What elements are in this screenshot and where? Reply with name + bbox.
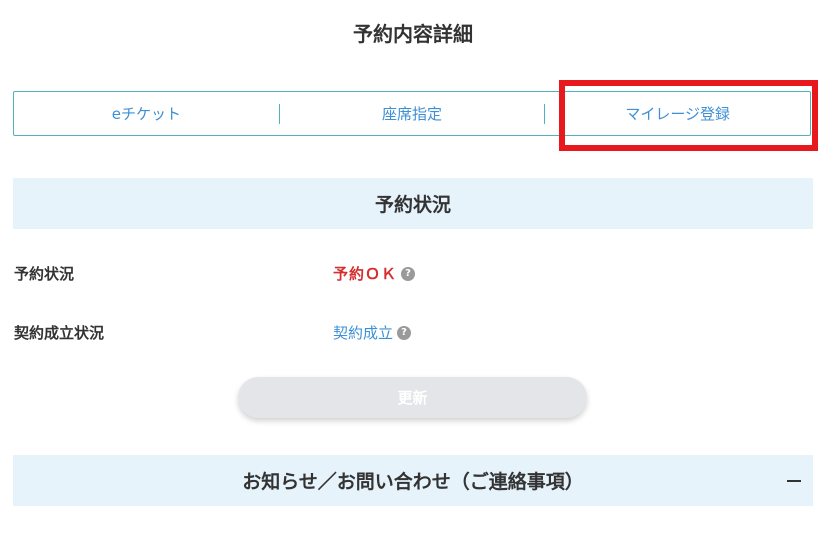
notice-inquiry-title: お知らせ／お問い合わせ（ご連絡事項） bbox=[242, 471, 584, 493]
notice-inquiry-header[interactable]: お知らせ／お問い合わせ（ご連絡事項） bbox=[13, 455, 813, 506]
reservation-status-text: 予約ＯＫ bbox=[333, 265, 398, 283]
help-icon[interactable]: ? bbox=[397, 325, 412, 340]
minus-icon[interactable] bbox=[787, 479, 801, 482]
tab-mileage-registration[interactable]: マイレージ登録 bbox=[545, 92, 810, 135]
help-icon[interactable]: ? bbox=[401, 266, 416, 281]
tab-mileage-registration-label: マイレージ登録 bbox=[625, 105, 731, 123]
contract-status-text[interactable]: 契約成立 bbox=[333, 322, 393, 343]
tab-seat-selection-label: 座席指定 bbox=[382, 105, 443, 123]
reservation-status-label: 予約状況 bbox=[14, 265, 75, 283]
tab-eticket-label: eチケット bbox=[111, 105, 181, 123]
reservation-status-value: 予約ＯＫ ? bbox=[333, 263, 416, 284]
tab-bar: eチケット 座席指定 マイレージ登録 bbox=[13, 91, 811, 136]
tab-seat-selection[interactable]: 座席指定 bbox=[280, 92, 545, 135]
contract-status-label: 契約成立状況 bbox=[14, 324, 105, 342]
contract-status-value: 契約成立 ? bbox=[333, 322, 412, 343]
page-title: 予約内容詳細 bbox=[353, 22, 473, 46]
reservation-status-header: 予約状況 bbox=[13, 178, 813, 229]
reservation-status-title: 予約状況 bbox=[374, 194, 451, 216]
update-button[interactable]: 更新 bbox=[238, 377, 587, 418]
tab-eticket[interactable]: eチケット bbox=[14, 92, 279, 135]
